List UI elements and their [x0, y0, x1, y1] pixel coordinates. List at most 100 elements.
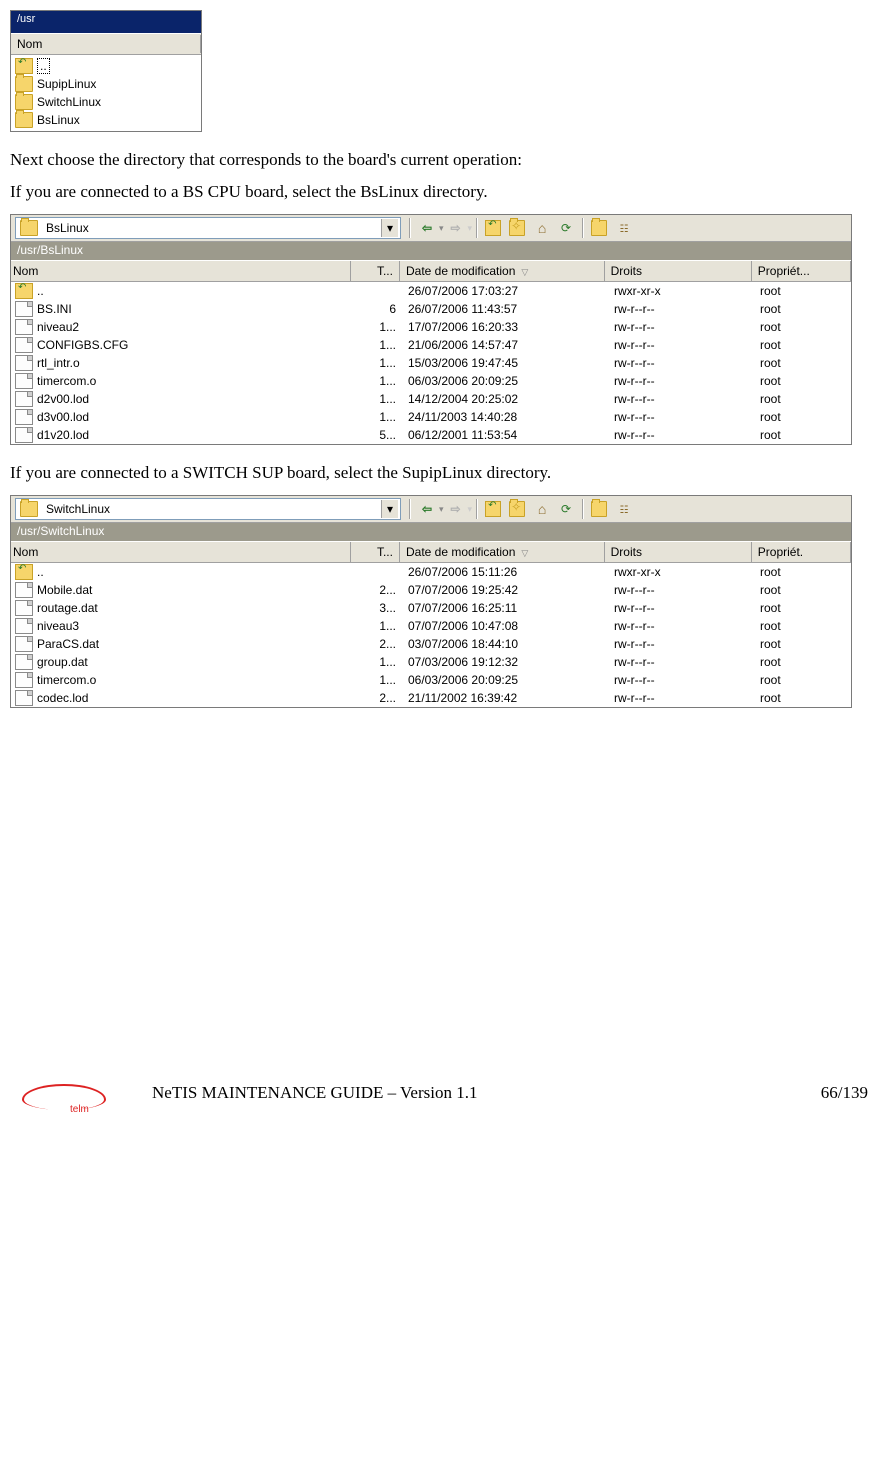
- file-date: 21/11/2002 16:39:42: [402, 691, 608, 705]
- file-date: 14/12/2004 20:25:02: [402, 392, 608, 406]
- file-size: 1...: [358, 410, 402, 424]
- chevron-down-icon[interactable]: ▾: [381, 500, 398, 518]
- table-row[interactable]: timercom.o1...06/03/2006 20:09:25rw-r--r…: [11, 671, 851, 689]
- footer-title: NeTIS MAINTENANCE GUIDE – Version 1.1: [152, 1083, 788, 1103]
- file-owner: root: [754, 410, 850, 424]
- table-row[interactable]: ..26/07/2006 15:11:26rwxr-xr-xroot: [11, 563, 851, 581]
- table-row[interactable]: niveau21...17/07/2006 16:20:33rw-r--r--r…: [11, 318, 851, 336]
- file-permissions: rw-r--r--: [608, 356, 754, 370]
- toolbar: BsLinux ▾ ⇦ ▾ ⇨ ▾: [11, 215, 851, 242]
- file-name: BS.INI: [37, 302, 72, 316]
- refresh-button[interactable]: [555, 498, 577, 520]
- table-row[interactable]: codec.lod2...21/11/2002 16:39:42rw-r--r-…: [11, 689, 851, 707]
- list-item[interactable]: ..: [13, 57, 199, 75]
- file-owner: root: [754, 637, 850, 651]
- column-header-nom[interactable]: Nom: [11, 35, 201, 53]
- item-label: SwitchLinux: [37, 95, 101, 109]
- file-owner: root: [754, 374, 850, 388]
- tree-button[interactable]: [613, 498, 635, 520]
- table-row[interactable]: niveau31...07/07/2006 10:47:08rw-r--r--r…: [11, 617, 851, 635]
- column-header-size[interactable]: T...: [351, 542, 400, 562]
- column-header-nom[interactable]: Nom: [11, 542, 351, 562]
- new-folder-button[interactable]: [507, 498, 529, 520]
- column-header-size[interactable]: T...: [351, 261, 400, 281]
- table-row[interactable]: Mobile.dat2...07/07/2006 19:25:42rw-r--r…: [11, 581, 851, 599]
- table-row[interactable]: routage.dat3...07/07/2006 16:25:11rw-r--…: [11, 599, 851, 617]
- back-button[interactable]: ⇦: [416, 217, 438, 239]
- forward-button[interactable]: ⇨: [445, 217, 467, 239]
- file-date: 15/03/2006 19:47:45: [402, 356, 608, 370]
- path-bar: /usr/SwitchLinux: [11, 523, 851, 541]
- file-name: codec.lod: [37, 691, 88, 705]
- list-item[interactable]: BsLinux: [13, 111, 199, 129]
- back-button[interactable]: ⇦: [416, 498, 438, 520]
- refresh-icon: [561, 221, 571, 235]
- folder-up-icon: [485, 501, 501, 517]
- logo-text: telm: [70, 1104, 89, 1115]
- open-folder-button[interactable]: [589, 217, 611, 239]
- dropdown-value: BsLinux: [42, 221, 381, 235]
- table-row[interactable]: ..26/07/2006 17:03:27rwxr-xr-xroot: [11, 282, 851, 300]
- file-size: 2...: [358, 583, 402, 597]
- file-name: niveau3: [37, 619, 79, 633]
- file-owner: root: [754, 392, 850, 406]
- file-owner: root: [754, 302, 850, 316]
- table-row[interactable]: d2v00.lod1...14/12/2004 20:25:02rw-r--r-…: [11, 390, 851, 408]
- file-size: 1...: [358, 356, 402, 370]
- table-row[interactable]: ParaCS.dat2...03/07/2006 18:44:10rw-r--r…: [11, 635, 851, 653]
- column-header-droits[interactable]: Droits: [605, 261, 752, 281]
- table-row[interactable]: CONFIGBS.CFG1...21/06/2006 14:57:47rw-r-…: [11, 336, 851, 354]
- file-owner: root: [754, 601, 850, 615]
- table-row[interactable]: timercom.o1...06/03/2006 20:09:25rw-r--r…: [11, 372, 851, 390]
- table-row[interactable]: BS.INI626/07/2006 11:43:57rw-r--r--root: [11, 300, 851, 318]
- home-button[interactable]: [531, 217, 553, 239]
- column-header-owner[interactable]: Propriét.: [752, 542, 851, 562]
- folder-dropdown[interactable]: SwitchLinux ▾: [15, 498, 401, 520]
- home-button[interactable]: [531, 498, 553, 520]
- table-row[interactable]: group.dat1...07/03/2006 19:12:32rw-r--r-…: [11, 653, 851, 671]
- file-name: timercom.o: [37, 673, 96, 687]
- body-text: If you are connected to a SWITCH SUP boa…: [10, 463, 880, 483]
- file-permissions: rw-r--r--: [608, 637, 754, 651]
- table-row[interactable]: d1v20.lod5...06/12/2001 11:53:54rw-r--r-…: [11, 426, 851, 444]
- column-header-date[interactable]: Date de modification▽: [400, 542, 605, 562]
- up-folder-button[interactable]: [483, 217, 505, 239]
- table-row[interactable]: d3v00.lod1...24/11/2003 14:40:28rw-r--r-…: [11, 408, 851, 426]
- chevron-down-icon[interactable]: ▾: [381, 219, 398, 237]
- screenshot-usr-folder: /usr Nom ..SupipLinuxSwitchLinuxBsLinux: [10, 10, 202, 132]
- refresh-button[interactable]: [555, 217, 577, 239]
- folder-new-icon: [509, 501, 525, 517]
- file-icon: [15, 355, 33, 371]
- new-folder-button[interactable]: [507, 217, 529, 239]
- file-name: d2v00.lod: [37, 392, 89, 406]
- file-permissions: rwxr-xr-x: [608, 284, 754, 298]
- forward-button[interactable]: ⇨: [445, 498, 467, 520]
- column-header-date[interactable]: Date de modification▽: [400, 261, 605, 281]
- file-icon: [15, 636, 33, 652]
- dropdown-value: SwitchLinux: [42, 502, 381, 516]
- file-permissions: rw-r--r--: [608, 583, 754, 597]
- tree-button[interactable]: [613, 217, 635, 239]
- file-name: group.dat: [37, 655, 88, 669]
- list-item[interactable]: SupipLinux: [13, 75, 199, 93]
- file-permissions: rw-r--r--: [608, 655, 754, 669]
- column-header-owner[interactable]: Propriét...: [752, 261, 851, 281]
- column-header-droits[interactable]: Droits: [605, 542, 752, 562]
- open-folder-button[interactable]: [589, 498, 611, 520]
- list-item[interactable]: SwitchLinux: [13, 93, 199, 111]
- file-name: ParaCS.dat: [37, 637, 99, 651]
- sort-desc-icon: ▽: [521, 267, 528, 277]
- folder-open-icon: [591, 220, 607, 236]
- table-row[interactable]: rtl_intr.o1...15/03/2006 19:47:45rw-r--r…: [11, 354, 851, 372]
- file-owner: root: [754, 320, 850, 334]
- file-name: d3v00.lod: [37, 410, 89, 424]
- column-header-nom[interactable]: Nom: [11, 261, 351, 281]
- folder-dropdown[interactable]: BsLinux ▾: [15, 217, 401, 239]
- up-folder-button[interactable]: [483, 498, 505, 520]
- file-icon: [15, 618, 33, 634]
- file-permissions: rw-r--r--: [608, 601, 754, 615]
- file-date: 26/07/2006 17:03:27: [402, 284, 608, 298]
- file-owner: root: [754, 565, 850, 579]
- file-icon: [15, 373, 33, 389]
- arrow-left-icon: ⇦: [422, 221, 432, 235]
